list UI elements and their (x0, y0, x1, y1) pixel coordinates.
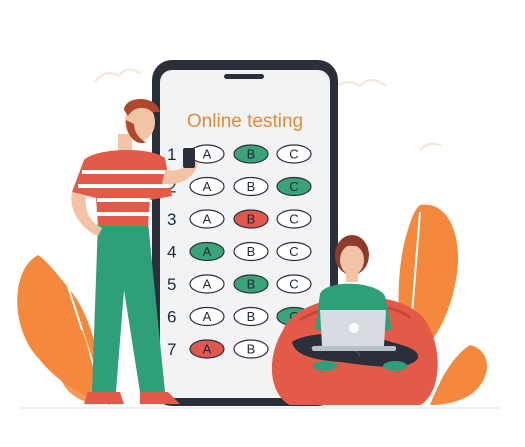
question-number: 3 (167, 210, 176, 229)
question-number: 4 (167, 243, 176, 262)
answer-option-label: B (247, 342, 256, 357)
answer-option-label: B (247, 179, 256, 194)
smartphone-icon (183, 148, 195, 168)
answer-option-label: B (247, 147, 256, 162)
online-testing-illustration: Online testing 1ABC2ABC3ABC4ABC5ABC6ABC7… (0, 0, 525, 447)
answer-option-label: C (289, 179, 298, 194)
answer-option-label: A (203, 212, 212, 227)
phone-speaker (224, 74, 264, 79)
answer-option-label: A (203, 179, 212, 194)
illustration-canvas: Online testing 1ABC2ABC3ABC4ABC5ABC6ABC7… (17, 60, 500, 409)
answer-option-label: C (289, 147, 298, 162)
answer-option-label: B (247, 277, 256, 292)
answer-option-label: C (289, 277, 298, 292)
answer-option-label: A (203, 277, 212, 292)
answer-option-label: C (289, 212, 298, 227)
answer-option-label: A (203, 309, 212, 324)
answer-option-label: A (203, 147, 212, 162)
question-number: 1 (167, 145, 176, 164)
answer-option-label: B (247, 244, 256, 259)
question-number: 7 (167, 340, 176, 359)
question-number: 5 (167, 275, 176, 294)
answer-option-label: B (247, 309, 256, 324)
answer-option-label: A (203, 342, 212, 357)
answer-option-label: C (289, 244, 298, 259)
question-number: 6 (167, 308, 176, 327)
laptop-icon (312, 310, 396, 351)
answer-option-label: A (203, 244, 212, 259)
screen-title: Online testing (187, 111, 303, 132)
answer-option-label: B (247, 212, 256, 227)
